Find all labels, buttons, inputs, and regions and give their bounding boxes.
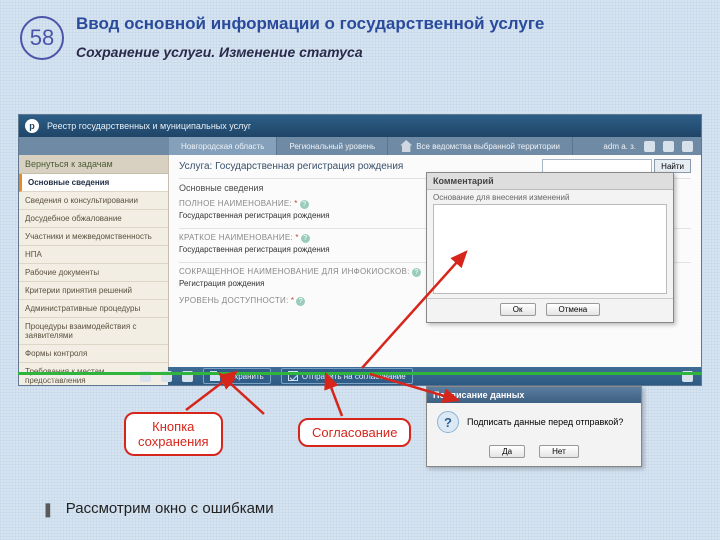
sign-dialog-question: Подписать данные перед отправкой? bbox=[467, 417, 623, 427]
slide-number: 58 bbox=[30, 25, 54, 51]
comment-ok-button[interactable]: Ок bbox=[500, 303, 536, 316]
slide-bullet: ❚ Рассмотрим окно с ошибками bbox=[42, 500, 274, 518]
sidebar-item[interactable]: Административные процедуры bbox=[19, 300, 168, 318]
sign-no-button[interactable]: Нет bbox=[539, 445, 579, 458]
home-icon bbox=[400, 140, 412, 152]
sign-yes-button[interactable]: Да bbox=[489, 445, 525, 458]
search-input[interactable] bbox=[542, 159, 652, 173]
sidebar-item[interactable]: Формы контроля bbox=[19, 345, 168, 363]
field-label: КРАТКОЕ НАИМЕНОВАНИЕ: bbox=[179, 233, 293, 242]
callout-save: Кнопка сохранения bbox=[124, 412, 223, 456]
field-label: УРОВЕНЬ ДОСТУПНОСТИ: bbox=[179, 296, 289, 305]
sidebar-item[interactable]: Досудебное обжалование bbox=[19, 210, 168, 228]
app-header: р Реестр государственных и муниципальных… bbox=[19, 115, 701, 137]
tab-level[interactable]: Региональный уровень bbox=[277, 137, 388, 155]
bullet-icon: ❚ bbox=[42, 500, 54, 518]
callout-agree: Согласование bbox=[298, 418, 411, 447]
slide-number-badge: 58 bbox=[20, 16, 64, 60]
required-mark: * bbox=[295, 233, 298, 242]
info-icon[interactable]: ? bbox=[300, 200, 309, 209]
tab-region-label: Новгородская область bbox=[181, 142, 264, 151]
info-icon[interactable]: ? bbox=[296, 297, 305, 306]
arrow-to-save-icon bbox=[214, 368, 274, 416]
arrow-to-sign-icon bbox=[366, 370, 466, 410]
sidebar-item[interactable]: Рабочие документы bbox=[19, 264, 168, 282]
sidebar-item[interactable]: Критерии принятия решений bbox=[19, 282, 168, 300]
required-mark: * bbox=[291, 296, 294, 305]
help-icon[interactable] bbox=[663, 141, 674, 152]
comment-dialog-title: Комментарий bbox=[427, 173, 673, 190]
comment-cancel-button[interactable]: Отмена bbox=[546, 303, 601, 316]
tab-dept[interactable]: Все ведомства выбранной территории bbox=[388, 137, 573, 155]
arrow-to-comment-icon bbox=[356, 244, 476, 374]
slide-subtitle: Сохранение услуги. Изменение статуса bbox=[76, 44, 702, 60]
sidebar-item[interactable]: Процедуры взаимодействия с заявителями bbox=[19, 318, 168, 345]
required-mark: * bbox=[294, 199, 297, 208]
app-logo-icon: р bbox=[25, 119, 39, 133]
sidebar-item[interactable]: Участники и межведомственность bbox=[19, 228, 168, 246]
tab-level-label: Региональный уровень bbox=[289, 142, 375, 151]
tab-region[interactable]: Новгородская область bbox=[169, 137, 277, 155]
search-button[interactable]: Найти bbox=[654, 159, 691, 173]
tab-dept-label: Все ведомства выбранной территории bbox=[416, 142, 560, 151]
comment-dialog-label: Основание для внесения изменений bbox=[427, 190, 673, 202]
sidebar-item[interactable]: НПА bbox=[19, 246, 168, 264]
sidebar: Вернуться к задачам Основные сведения Св… bbox=[19, 155, 169, 367]
question-icon: ? bbox=[437, 411, 459, 433]
back-to-tasks-link[interactable]: Вернуться к задачам bbox=[19, 155, 168, 174]
sidebar-item[interactable]: Сведения о консультировании bbox=[19, 192, 168, 210]
user-label: adm а. з. bbox=[603, 142, 636, 151]
slide-bullet-text: Рассмотрим окно с ошибками bbox=[66, 500, 274, 517]
field-label: ПОЛНОЕ НАИМЕНОВАНИЕ: bbox=[179, 199, 292, 208]
slide-title: Ввод основной информации о государственн… bbox=[76, 14, 702, 34]
sidebar-item[interactable]: Основные сведения bbox=[19, 174, 168, 192]
toolbar-icon-1[interactable] bbox=[644, 141, 655, 152]
app-tabbar: Новгородская область Региональный уровен… bbox=[19, 137, 701, 155]
app-brand: Реестр государственных и муниципальных у… bbox=[47, 121, 251, 131]
arrow-to-send-icon bbox=[320, 368, 370, 418]
exit-icon[interactable] bbox=[682, 141, 693, 152]
info-icon[interactable]: ? bbox=[301, 234, 310, 243]
